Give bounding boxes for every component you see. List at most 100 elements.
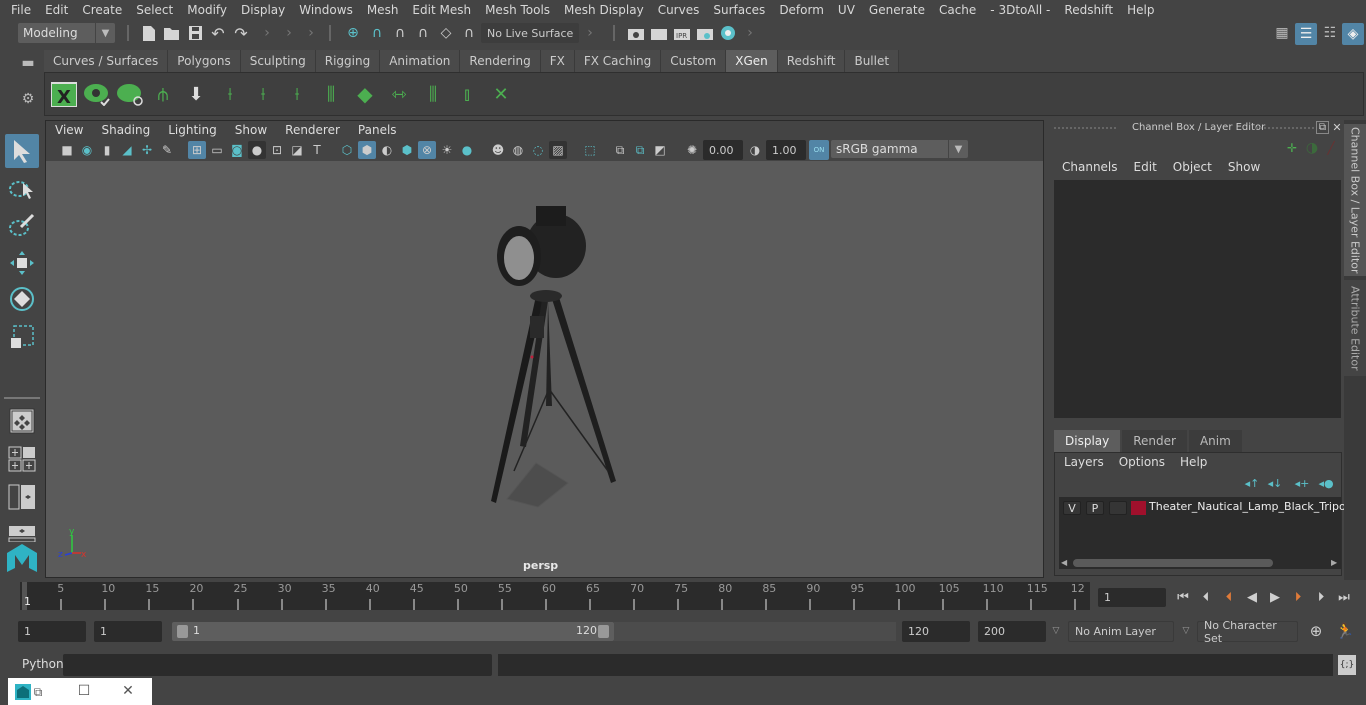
auto-key-icon[interactable]: ⊕	[1306, 621, 1326, 641]
xgen-clear-preview-icon[interactable]	[115, 79, 145, 109]
xgen-delete-guides-icon[interactable]: ✕	[486, 79, 516, 109]
gear-icon[interactable]: ⚙	[20, 91, 36, 107]
xray-active-icon[interactable]: ◌	[529, 141, 547, 159]
collapse-arrow-icon[interactable]: ›	[262, 24, 272, 42]
outliner-persp-layout-icon[interactable]	[5, 480, 39, 514]
start-time-field[interactable]: 1	[18, 621, 86, 642]
side-tab-channel-box[interactable]: Channel Box / Layer Editor	[1344, 124, 1366, 276]
vp-menu-panels[interactable]: Panels	[349, 123, 406, 137]
color-management-toggle[interactable]: ON	[809, 140, 829, 160]
le-menu-options[interactable]: Options	[1113, 455, 1171, 469]
2d-pan-zoom-icon[interactable]: ✢	[138, 141, 156, 159]
shelf-tab-custom[interactable]: Custom	[661, 50, 727, 72]
vp-menu-renderer[interactable]: Renderer	[276, 123, 349, 137]
snap-point-icon[interactable]: ∩	[390, 24, 410, 42]
layer-name[interactable]: Theater_Nautical_Lamp_Black_Tripod	[1149, 500, 1353, 513]
play-backwards-icon[interactable]: ◀	[1243, 587, 1261, 607]
snap-grid-icon[interactable]: ⊕	[343, 24, 363, 42]
playback-end-field[interactable]: 120	[902, 621, 970, 642]
xgen-flip-guides-icon[interactable]: ⇿	[384, 79, 414, 109]
scroll-right-icon[interactable]: ▶	[1331, 558, 1337, 567]
color-space-dropdown[interactable]: sRGB gamma ▼	[831, 140, 968, 158]
le-menu-layers[interactable]: Layers	[1055, 455, 1113, 469]
xray-icon[interactable]: ☻	[489, 141, 507, 159]
tripod-lamp-model[interactable]: y x z persp	[46, 161, 1043, 577]
close-icon[interactable]: ✕	[1331, 121, 1343, 134]
shelf-menu-icon[interactable]: ▬	[20, 55, 36, 71]
xgen-create-patch-icon[interactable]: ◆	[350, 79, 380, 109]
menu-curves[interactable]: Curves	[651, 3, 707, 17]
four-view-layout-icon[interactable]	[5, 442, 39, 476]
grid-toggle-icon[interactable]: ⊞	[188, 141, 206, 159]
hyperbolic-icon[interactable]: ╱	[1324, 140, 1338, 156]
menu-3dtoall[interactable]: - 3DtoAll -	[983, 3, 1057, 17]
new-layer-selected-icon[interactable]: ◂●	[1317, 476, 1335, 490]
anim-layer-field[interactable]: No Anim Layer	[1068, 621, 1174, 642]
layer-list-scrollbar[interactable]: ◀ ▶	[1059, 557, 1341, 569]
range-slider[interactable]: 1 120	[172, 622, 614, 641]
shelf-tab-fx-caching[interactable]: FX Caching	[574, 50, 662, 72]
smooth-shade-icon[interactable]: ⬢	[358, 141, 376, 159]
wireframe-color-icon[interactable]: ⧉	[611, 141, 629, 159]
gamma-icon[interactable]: ◑	[746, 141, 764, 159]
layer-playback-toggle[interactable]: P	[1086, 501, 1104, 515]
xgen-place-guides-icon[interactable]: ⬇	[181, 79, 211, 109]
shadows-icon[interactable]: ☀	[438, 141, 456, 159]
menu-help[interactable]: Help	[1120, 3, 1161, 17]
xgen-lock-guides-icon[interactable]: ⟊	[282, 79, 312, 109]
shelf-tab-fx[interactable]: FX	[540, 50, 575, 72]
gate-mask-icon[interactable]: ●	[248, 141, 266, 159]
safe-title-icon[interactable]: T	[308, 141, 326, 159]
image-plane-icon[interactable]: ◢	[118, 141, 136, 159]
attribute-editor-toggle-icon[interactable]: ☰	[1295, 23, 1317, 45]
make-live-icon[interactable]: ∩	[459, 24, 479, 42]
character-set-dropdown-arrow-icon[interactable]: ▽	[1180, 624, 1192, 638]
menu-mesh[interactable]: Mesh	[360, 3, 406, 17]
range-start-handle[interactable]	[177, 625, 188, 638]
resolution-gate-icon[interactable]: ◙	[228, 141, 246, 159]
move-tool-icon[interactable]	[5, 246, 39, 280]
collapse-arrow-icon[interactable]: ›	[306, 24, 316, 42]
collapse-arrow-icon[interactable]: ›	[585, 24, 595, 42]
screen-space-ao-icon[interactable]: ●	[458, 141, 476, 159]
cb-menu-edit[interactable]: Edit	[1126, 160, 1165, 174]
vp-menu-view[interactable]: View	[46, 123, 92, 137]
layer-color-swatch[interactable]	[1131, 501, 1146, 515]
lasso-tool-icon[interactable]	[5, 172, 39, 206]
bookmarks-icon[interactable]: ▮	[98, 141, 116, 159]
safe-action-icon[interactable]: ◪	[288, 141, 306, 159]
scroll-left-icon[interactable]: ◀	[1061, 558, 1067, 567]
shelf-tab-sculpting[interactable]: Sculpting	[240, 50, 316, 72]
field-chart-icon[interactable]: ⊡	[268, 141, 286, 159]
menu-windows[interactable]: Windows	[292, 3, 360, 17]
menu-surfaces[interactable]: Surfaces	[706, 3, 772, 17]
maximize-icon[interactable]: ☐	[76, 682, 92, 700]
menu-uv[interactable]: UV	[831, 3, 862, 17]
manipulator-icon[interactable]: ✛	[1284, 140, 1300, 156]
xgen-guide-bounds-icon[interactable]: ⫾	[452, 79, 482, 109]
animation-preferences-icon[interactable]: 🏃	[1334, 621, 1356, 641]
rotate-tool-icon[interactable]	[5, 282, 39, 316]
wireframe-on-shaded-icon[interactable]: ◐	[378, 141, 396, 159]
snap-view-plane-icon[interactable]: ∩	[413, 24, 433, 42]
shelf-tab-polygons[interactable]: Polygons	[168, 50, 241, 72]
viewport-canvas[interactable]: y x z persp	[46, 161, 1043, 577]
gamma-field[interactable]: 1.00	[766, 140, 806, 160]
vp-menu-shading[interactable]: Shading	[92, 123, 159, 137]
menu-create[interactable]: Create	[75, 3, 129, 17]
menu-edit-mesh[interactable]: Edit Mesh	[405, 3, 478, 17]
speed-icon[interactable]: ◑	[1304, 140, 1320, 156]
hud-icon[interactable]: ⧉	[631, 141, 649, 159]
live-surface-field[interactable]: No Live Surface	[481, 23, 579, 43]
side-tab-attribute-editor[interactable]: Attribute Editor	[1344, 280, 1366, 376]
tab-display[interactable]: Display	[1054, 430, 1121, 452]
paint-select-tool-icon[interactable]	[5, 208, 39, 242]
shelf-tab-animation[interactable]: Animation	[380, 50, 461, 72]
xgen-select-guides-icon[interactable]: ⫼	[418, 79, 448, 109]
script-editor-icon[interactable]: {;}	[1338, 655, 1356, 675]
move-layer-down-icon[interactable]: ◂↓	[1266, 476, 1284, 490]
xgen-preview-icon[interactable]	[82, 79, 112, 109]
menu-display[interactable]: Display	[234, 3, 292, 17]
layer-visibility-toggle[interactable]: V	[1063, 501, 1081, 515]
shelf-tab-curves-surfaces[interactable]: Curves / Surfaces	[44, 50, 169, 72]
